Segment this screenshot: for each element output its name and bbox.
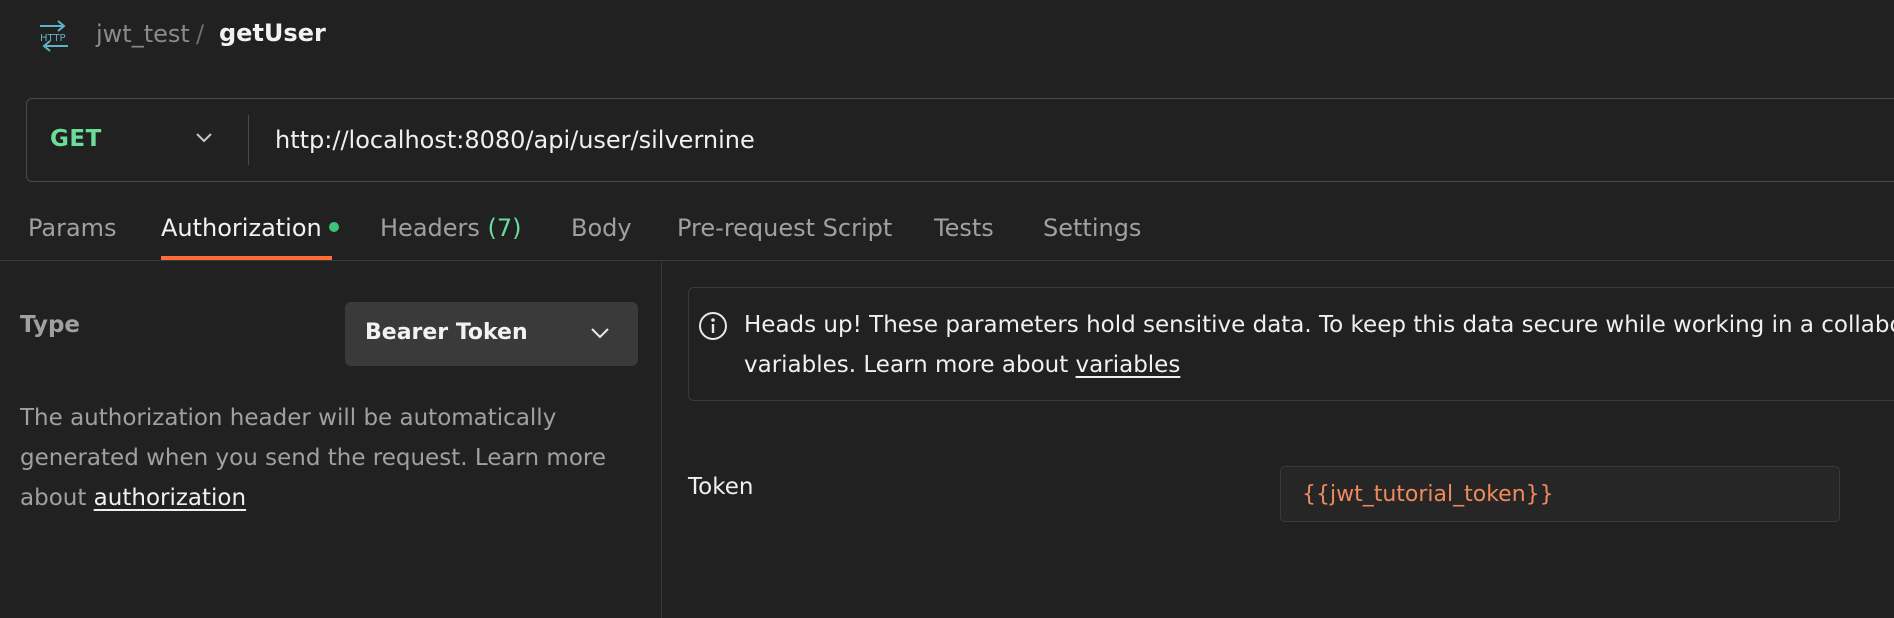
tab-authorization[interactable]: Authorization — [161, 214, 339, 242]
variables-link[interactable]: variables — [1076, 352, 1181, 378]
request-tabs: Params Authorization Headers (7) Body Pr… — [0, 206, 1894, 261]
tab-pre-request-script[interactable]: Pre-request Script — [677, 214, 892, 242]
breadcrumb-separator: / — [196, 20, 205, 48]
info-icon — [699, 312, 727, 340]
auth-type-value: Bearer Token — [365, 320, 528, 345]
url-divider — [248, 115, 249, 165]
sensitive-data-notice: Heads up! These parameters hold sensitiv… — [688, 287, 1894, 401]
active-tab-indicator — [161, 256, 332, 260]
tab-tests[interactable]: Tests — [934, 214, 994, 242]
auth-type-pane: Type Bearer Token The authorization head… — [0, 262, 662, 618]
notice-text: Heads up! These parameters hold sensitiv… — [744, 305, 1894, 385]
notice-line-2: variables. Learn more about variables — [744, 345, 1894, 385]
notice-line-1: Heads up! These parameters hold sensitiv… — [744, 312, 1894, 338]
chevron-down-icon — [591, 328, 609, 339]
tab-authorization-label: Authorization — [161, 214, 322, 242]
url-bar: GET http://localhost:8080/api/user/silve… — [26, 98, 1894, 182]
token-label: Token — [688, 474, 754, 500]
tab-params[interactable]: Params — [28, 214, 117, 242]
tab-headers-label: Headers — [380, 214, 480, 242]
auth-type-select[interactable]: Bearer Token — [345, 302, 638, 366]
token-input[interactable] — [1280, 466, 1840, 522]
authorization-link[interactable]: authorization — [94, 485, 246, 511]
tab-headers[interactable]: Headers (7) — [380, 214, 522, 242]
url-input[interactable]: http://localhost:8080/api/user/silvernin… — [275, 126, 755, 154]
method-select[interactable]: GET — [50, 126, 102, 152]
notice-line-2-text: variables. Learn more about — [744, 352, 1076, 378]
auth-type-label: Type — [20, 312, 81, 338]
tab-body[interactable]: Body — [571, 214, 632, 242]
breadcrumb-collection[interactable]: jwt_test — [96, 20, 190, 48]
http-icon: HTTP — [40, 20, 68, 52]
request-header: HTTP jwt_test / getUser — [0, 0, 1894, 72]
auth-description: The authorization header will be automat… — [20, 398, 640, 518]
tab-settings[interactable]: Settings — [1043, 214, 1141, 242]
svg-text:HTTP: HTTP — [40, 33, 66, 44]
chevron-down-icon[interactable] — [195, 131, 213, 145]
breadcrumb-request-name[interactable]: getUser — [219, 19, 326, 47]
tab-headers-count: (7) — [487, 214, 522, 242]
status-dot-icon — [328, 221, 339, 232]
